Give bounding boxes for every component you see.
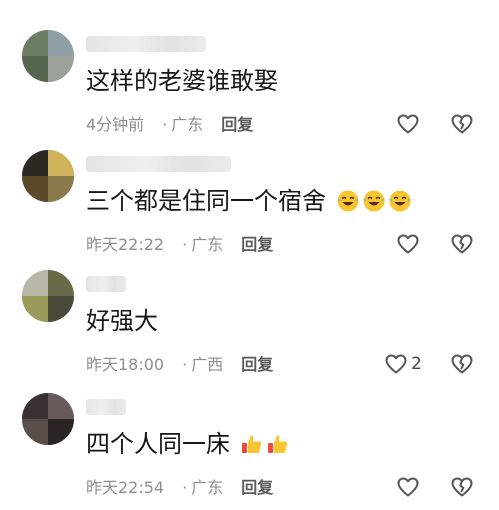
separator-dot: · <box>182 235 188 254</box>
separator-dot: · <box>182 355 188 374</box>
comment-time: 昨天22:22 <box>86 235 165 254</box>
comment-item: 好强大 昨天18:00 · 广西 回复 2 <box>0 262 499 387</box>
dislike-button[interactable] <box>450 232 474 256</box>
broken-heart-icon <box>451 477 473 497</box>
laughing-crying-emoji-icon <box>389 190 411 212</box>
comment-item: 四个人同一床 昨天22:54 · 广东 回复 <box>0 385 499 510</box>
laughing-crying-emoji-icon <box>337 190 359 212</box>
username-blurred[interactable] <box>86 36 206 52</box>
avatar[interactable] <box>22 393 74 445</box>
thumbs-up-emoji-icon <box>241 435 261 453</box>
like-count: 2 <box>411 354 422 374</box>
comment-text: 四个人同一床 <box>86 429 292 459</box>
avatar[interactable] <box>22 270 74 322</box>
heart-outline-icon <box>397 234 419 254</box>
thumbs-up-emoji-icon <box>267 435 287 453</box>
dislike-button[interactable] <box>450 352 474 376</box>
reply-button[interactable]: 回复 <box>221 115 253 134</box>
comment-meta: 4分钟前 · 广东 回复 <box>86 115 253 135</box>
dislike-button[interactable] <box>450 475 474 499</box>
dislike-button[interactable] <box>450 112 474 136</box>
heart-outline-icon <box>385 354 407 374</box>
comment-location: 广西 <box>191 355 224 374</box>
comment-text: 三个都是住同一个宿舍 <box>86 186 414 216</box>
laughing-crying-emoji-group <box>328 187 414 215</box>
like-button[interactable] <box>396 475 423 499</box>
heart-outline-icon <box>397 114 419 134</box>
avatar[interactable] <box>22 30 74 82</box>
broken-heart-icon <box>451 354 473 374</box>
username-blurred[interactable] <box>86 276 126 292</box>
laughing-crying-emoji-icon <box>363 190 385 212</box>
comment-meta: 昨天22:54 · 广东 回复 <box>86 478 273 498</box>
comment-location: 广东 <box>191 235 224 254</box>
thumbs-up-emoji-group <box>232 430 292 458</box>
username-blurred[interactable] <box>86 399 126 415</box>
separator-dot: · <box>162 115 168 134</box>
comment-text: 好强大 <box>86 307 158 335</box>
like-button[interactable]: 2 <box>384 352 422 376</box>
comment-location: 广东 <box>191 478 224 497</box>
avatar[interactable] <box>22 150 74 202</box>
comment-item: 这样的老婆谁敢娶 4分钟前 · 广东 回复 <box>0 22 499 147</box>
like-button[interactable] <box>396 112 423 136</box>
heart-outline-icon <box>397 477 419 497</box>
comment-time: 昨天18:00 <box>86 355 165 374</box>
comment-location: 广东 <box>171 115 204 134</box>
comment-text: 这样的老婆谁敢娶 <box>86 67 278 95</box>
broken-heart-icon <box>451 114 473 134</box>
broken-heart-icon <box>451 234 473 254</box>
reply-button[interactable]: 回复 <box>241 235 273 254</box>
username-blurred[interactable] <box>86 156 231 172</box>
reply-button[interactable]: 回复 <box>241 355 273 374</box>
comment-meta: 昨天18:00 · 广西 回复 <box>86 355 273 375</box>
comment-time: 昨天22:54 <box>86 478 165 497</box>
like-button[interactable] <box>396 232 423 256</box>
separator-dot: · <box>182 478 188 497</box>
comment-item: 三个都是住同一个宿舍 昨天22:22 · 广东 回复 <box>0 142 499 267</box>
comment-meta: 昨天22:22 · 广东 回复 <box>86 235 273 255</box>
comment-time: 4分钟前 <box>86 115 145 134</box>
reply-button[interactable]: 回复 <box>241 478 273 497</box>
